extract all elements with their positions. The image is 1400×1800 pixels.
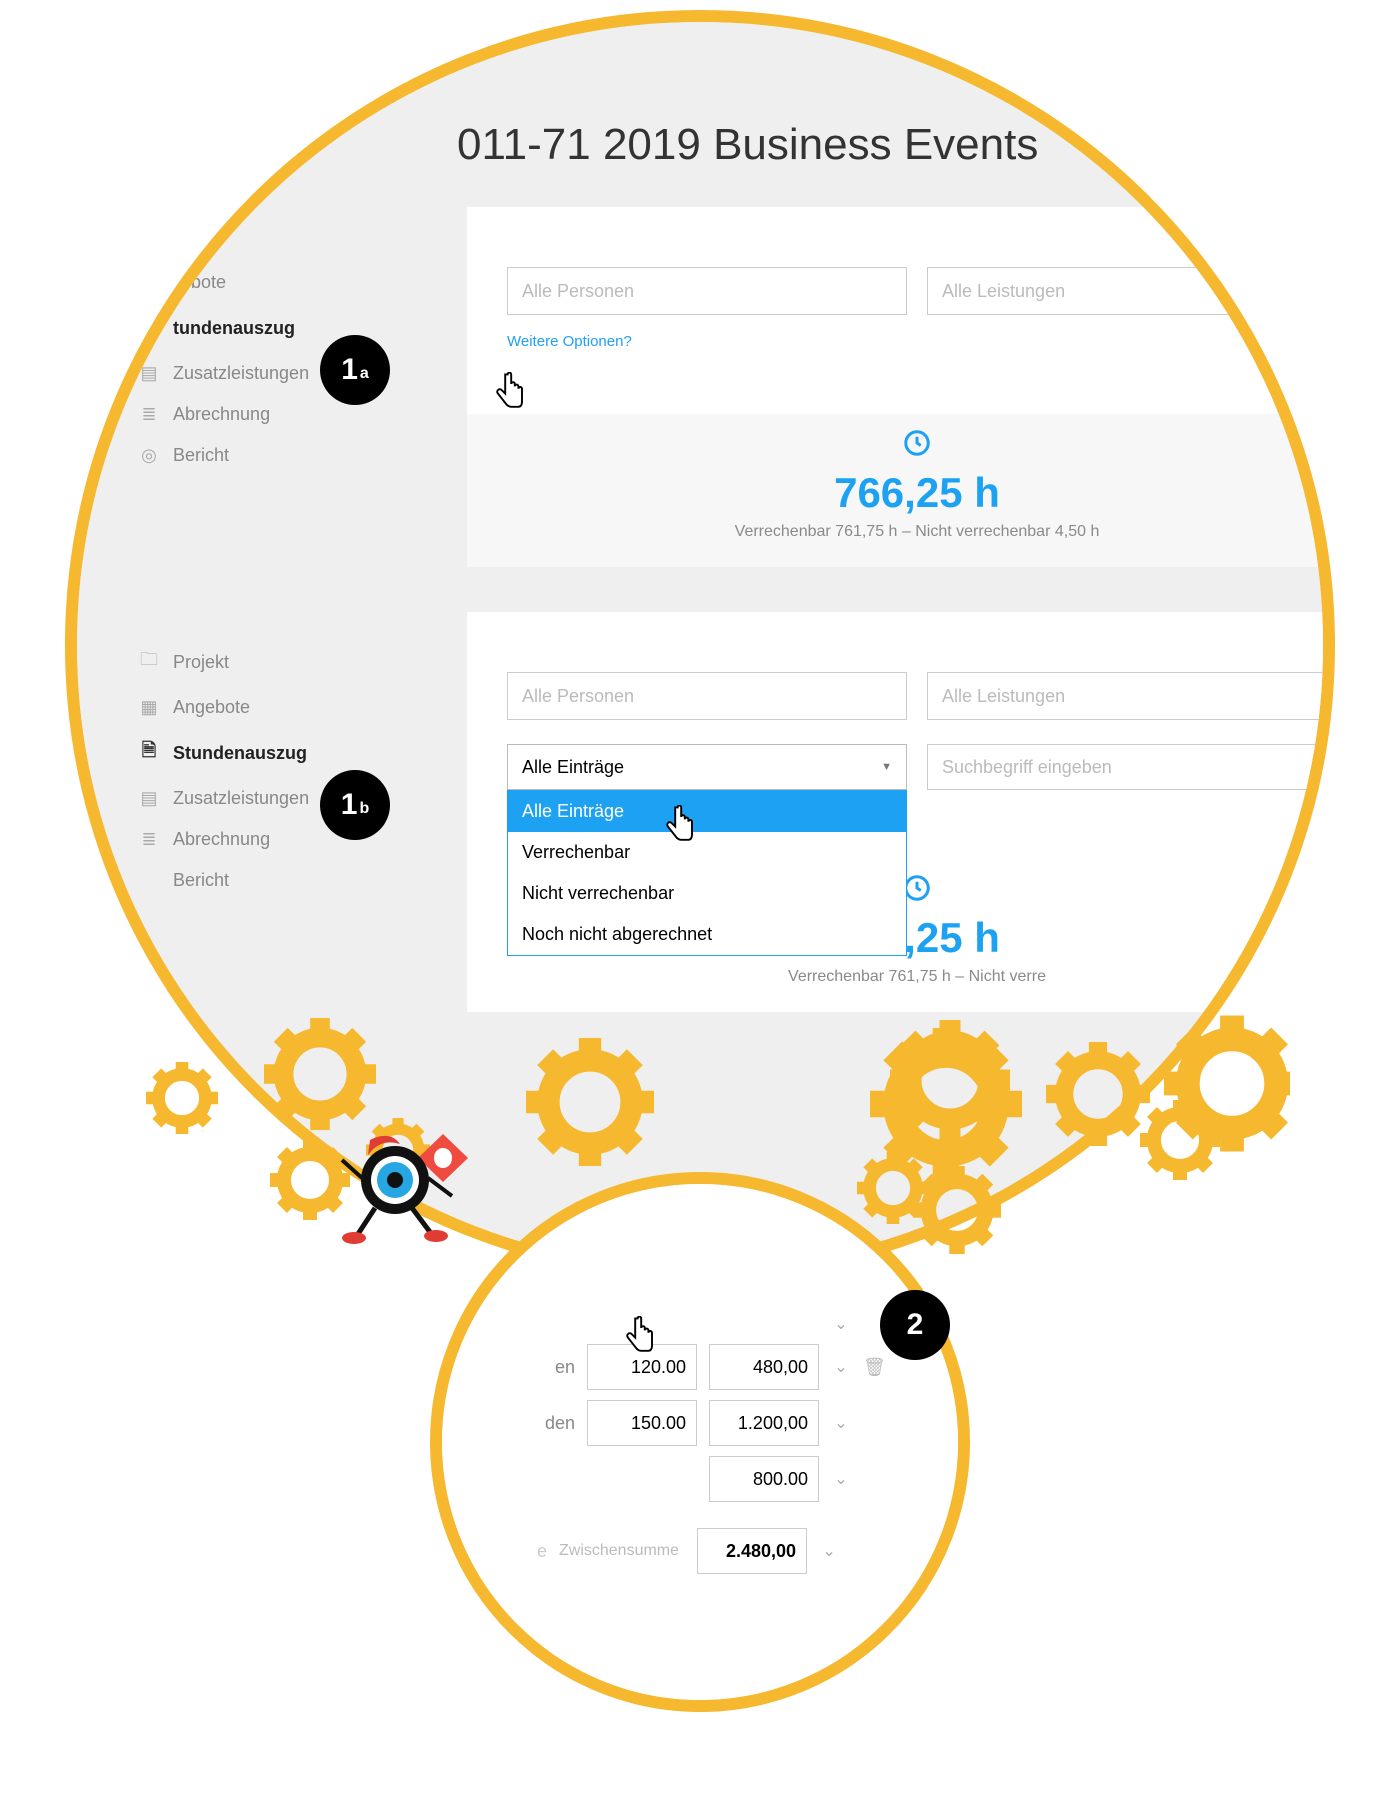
entries-option[interactable]: Alle Einträge (508, 791, 906, 832)
subtotal-label: Zwischensumme (559, 1542, 679, 1560)
subtotal-prefix: e (527, 1541, 547, 1562)
sidebar-item-label: Zusatzleistungen (173, 363, 309, 384)
entries-option[interactable]: Nicht verrechenbar (508, 873, 906, 914)
sidebar-item-label: Projekt (173, 652, 229, 673)
rate-input[interactable] (587, 1344, 697, 1390)
magnifier-circle-small: ⌄ en ⌄ 🗑 den ⌄ ⌄ e Zwischensumme ⌄ (430, 1172, 970, 1712)
step-badge-num: 1 (341, 788, 358, 822)
sidebar-bottom: 🗀 Projekt ▦ Angebote 🗎 Stundenauszug ▤ Z… (127, 637, 377, 901)
card-icon: ▤ (139, 788, 159, 809)
more-options-link[interactable]: Weitere Optionen? (507, 333, 632, 350)
chevron-down-icon[interactable]: ⌄ (831, 1413, 851, 1433)
subtotal-row: e Zwischensumme ⌄ (442, 1528, 958, 1574)
line-item-row: en ⌄ 🗑 (442, 1344, 958, 1390)
clock-icon (507, 428, 1327, 465)
step-badge-1b: 1b (320, 770, 390, 840)
page-icon: 🗎 (139, 313, 159, 343)
doc-icon: ▦ (139, 272, 159, 293)
chevron-down-icon[interactable]: ⌄ (831, 1357, 851, 1377)
page-icon: 🗎 (139, 738, 159, 768)
sidebar-item-label: Abrechnung (173, 404, 270, 425)
sidebar-item-label: Bericht (173, 445, 229, 466)
entries-option[interactable]: Noch nicht abgerechnet (508, 914, 906, 955)
db-icon: ≣ (139, 404, 159, 425)
folder-icon: 🗀 (139, 647, 159, 677)
search-input[interactable] (927, 744, 1327, 790)
persons-input[interactable] (507, 267, 907, 315)
sidebar-item-label: Zusatzleistungen (173, 788, 309, 809)
line-item-row: ⌄ (442, 1456, 958, 1502)
kpi-hours: 766,25 h (507, 469, 1327, 517)
target-icon: ◎ (139, 445, 159, 466)
step-badge-1a: 1a (320, 335, 390, 405)
step-badge-sub: b (359, 800, 369, 818)
sidebar-item-label: Abrechnung (173, 829, 270, 850)
entries-dropdown[interactable]: Alle Einträge ▼ (507, 744, 907, 790)
services-input-2[interactable] (927, 672, 1327, 720)
sidebar-item-projekt[interactable]: 🗀 Projekt (127, 637, 377, 687)
sidebar-item-label: tundenauszug (173, 318, 295, 339)
persons-input-2[interactable] (507, 672, 907, 720)
sidebar-item-label: …bote (173, 272, 226, 293)
kpi-block: 766,25 h Verrechenbar 761,75 h – Nicht v… (467, 414, 1335, 567)
line-item-row: den ⌄ (442, 1400, 958, 1446)
sidebar-item-label: Angebote (173, 697, 250, 718)
line-item-label: en (515, 1357, 575, 1378)
magnifier-circle-big: 011-71 2019 Business Events ▦ …bote 🗎 tu… (65, 10, 1335, 1280)
kpi-sub-2: Verrechenbar 761,75 h – Nicht verre (507, 968, 1327, 986)
step-badge-num: 2 (907, 1308, 924, 1342)
chevron-down-icon[interactable]: ⌄ (819, 1541, 839, 1561)
kpi-sub: Verrechenbar 761,75 h – Nicht verrechenb… (507, 523, 1327, 541)
entries-dropdown-list: Alle Einträge Verrechenbar Nicht verrech… (507, 790, 907, 956)
amount-input[interactable] (709, 1344, 819, 1390)
sidebar-item-bericht[interactable]: ◎ Bericht (127, 435, 377, 476)
filter-panel-top: Weitere Optionen? 766,25 h Verrechenbar … (467, 207, 1335, 567)
trash-icon[interactable]: 🗑 (863, 1357, 885, 1378)
sidebar-item-stundenauszug-2[interactable]: 🗎 Stundenauszug (127, 728, 377, 778)
sidebar-item-angebote-2[interactable]: ▦ Angebote (127, 687, 377, 728)
amount-input[interactable] (709, 1400, 819, 1446)
step-badge-num: 1 (341, 353, 358, 387)
card-icon: ▤ (139, 363, 159, 384)
entries-selected-label: Alle Einträge (522, 757, 624, 778)
amount-input[interactable] (709, 1456, 819, 1502)
rate-input[interactable] (587, 1400, 697, 1446)
sidebar-item-bericht-2[interactable]: Bericht (127, 860, 377, 901)
sidebar-item-label: Stundenauszug (173, 743, 307, 764)
filter-panel-bottom: Alle Einträge ▼ Alle Einträge Verrechenb… (467, 612, 1335, 1012)
chevron-down-icon: ▼ (881, 761, 892, 773)
subtotal-value (697, 1528, 807, 1574)
db-icon: ≣ (139, 829, 159, 850)
chevron-down-icon[interactable]: ⌄ (831, 1469, 851, 1489)
chevron-down-icon[interactable]: ⌄ (831, 1314, 851, 1334)
sidebar-item-label: Bericht (173, 870, 229, 891)
entries-option[interactable]: Verrechenbar (508, 832, 906, 873)
sidebar-item-angebote[interactable]: ▦ …bote (127, 262, 377, 303)
step-badge-2: 2 (880, 1290, 950, 1360)
services-input[interactable] (927, 267, 1327, 315)
doc-icon: ▦ (139, 697, 159, 718)
step-badge-sub: a (360, 365, 369, 383)
page-title: 011-71 2019 Business Events (457, 120, 1038, 170)
line-item-label: den (515, 1413, 575, 1434)
